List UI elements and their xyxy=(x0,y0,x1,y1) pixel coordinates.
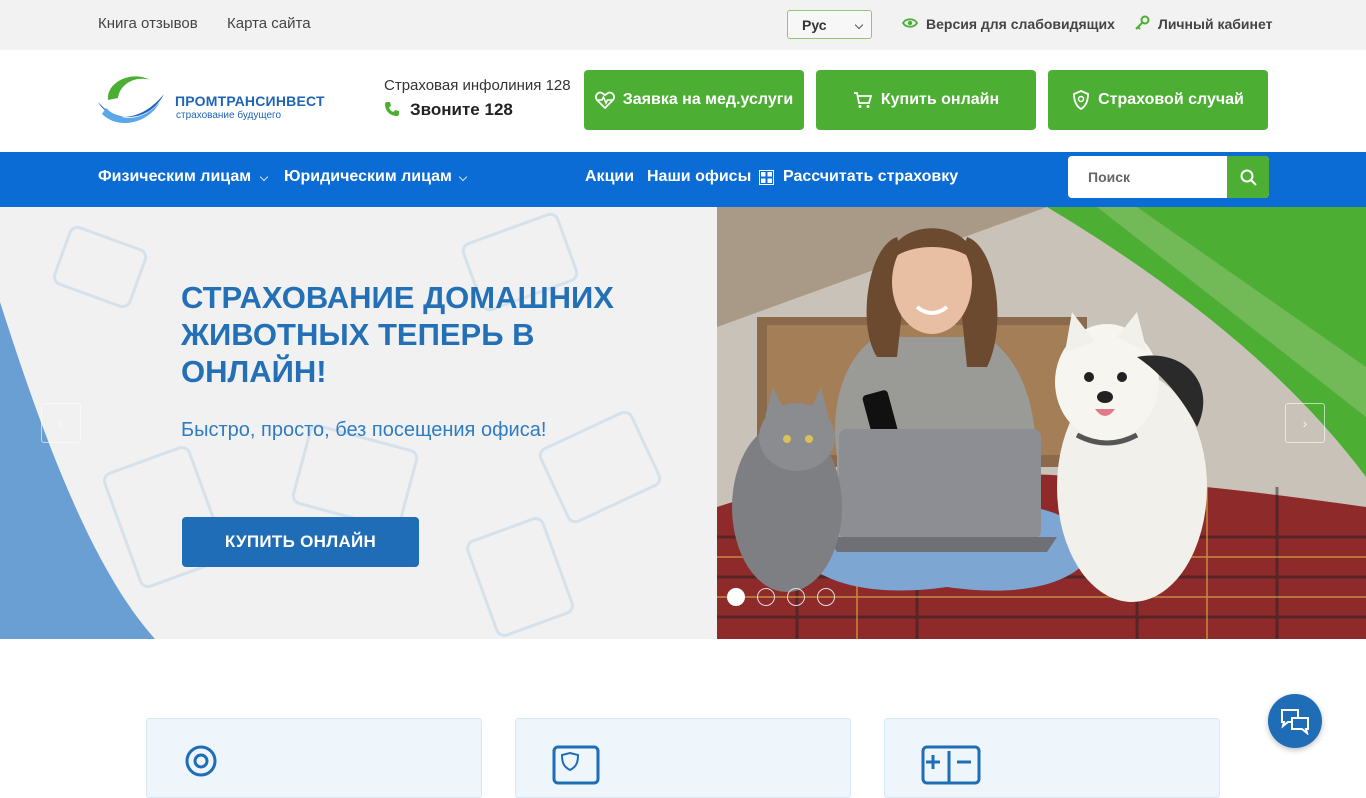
hero-photo-illustration xyxy=(717,207,1366,639)
calculator-icon xyxy=(921,745,981,785)
top-utility-bar: Книга отзывов Карта сайта Рус Версия для… xyxy=(0,0,1366,50)
search-input[interactable] xyxy=(1068,156,1228,198)
company-logo[interactable]: ПРОМТРАНСИНВЕСТ страхование будущего xyxy=(98,72,338,130)
hero-buy-online-button[interactable]: КУПИТЬ ОНЛАЙН xyxy=(182,517,419,567)
slider-prev-button[interactable]: ‹ xyxy=(41,403,81,443)
slider-next-button[interactable]: › xyxy=(1285,403,1325,443)
buy-online-label: Купить онлайн xyxy=(880,91,1000,108)
hero-photo-woman-with-pets xyxy=(717,207,1366,639)
shield-icon xyxy=(1073,90,1089,110)
logo-tagline: страхование будущего xyxy=(176,110,282,121)
key-icon xyxy=(1135,15,1150,30)
chevron-down-icon xyxy=(458,172,468,182)
language-value: Рус xyxy=(802,17,827,33)
chevron-down-icon xyxy=(259,172,269,182)
phone-icon xyxy=(385,102,399,116)
accessibility-label: Версия для слабовидящих xyxy=(926,16,1115,32)
cabinet-label: Личный кабинет xyxy=(1158,16,1273,32)
chevron-left-icon: ‹ xyxy=(58,415,64,431)
medical-request-button[interactable]: Заявка на мед.услуги xyxy=(584,70,804,130)
insurance-case-label: Страховой случай xyxy=(1098,91,1244,108)
buy-online-button[interactable]: Купить онлайн xyxy=(816,70,1036,130)
slider-dot-4[interactable] xyxy=(817,588,835,606)
slider-dot-3[interactable] xyxy=(787,588,805,606)
heartbeat-icon xyxy=(594,91,615,109)
search-icon xyxy=(1240,169,1257,186)
logo-mark xyxy=(98,76,164,124)
phone-number[interactable]: Звоните 128 xyxy=(410,100,513,120)
medical-request-label: Заявка на мед.услуги xyxy=(622,91,794,108)
cart-icon xyxy=(853,92,873,108)
hero-slider: СТРАХОВАНИЕ ДОМАШНИХ ЖИВОТНЫХ ТЕПЕРЬ В О… xyxy=(0,207,1366,639)
chevron-down-icon xyxy=(854,20,864,30)
nav-legal-entities[interactable]: Юридическим лицам xyxy=(284,168,452,186)
logo-name: ПРОМТРАНСИНВЕСТ xyxy=(175,93,325,109)
hero-subtitle: Быстро, просто, без посещения офиса! xyxy=(181,419,547,441)
chevron-right-icon: › xyxy=(1302,415,1308,431)
search-button[interactable] xyxy=(1227,156,1269,198)
hotline-label: Страховая инфолиния 128 xyxy=(384,77,571,94)
accessibility-version-link[interactable]: Версия для слабовидящих xyxy=(902,16,1115,32)
eye-icon xyxy=(902,18,918,28)
search-box xyxy=(1068,156,1269,198)
nav-calculate-insurance[interactable]: Рассчитать страховку xyxy=(783,168,958,186)
insurance-case-button[interactable]: Страховой случай xyxy=(1048,70,1268,130)
chat-icon xyxy=(1281,709,1309,735)
location-pin-icon xyxy=(185,745,217,777)
slider-dot-2[interactable] xyxy=(757,588,775,606)
service-card-2[interactable] xyxy=(515,718,851,798)
personal-cabinet-link[interactable]: Личный кабинет xyxy=(1135,15,1273,32)
chat-widget-button[interactable] xyxy=(1268,694,1322,748)
hero-title: СТРАХОВАНИЕ ДОМАШНИХ ЖИВОТНЫХ ТЕПЕРЬ В О… xyxy=(181,280,614,389)
insurance-policy-icon xyxy=(552,745,600,785)
sitemap-link[interactable]: Карта сайта xyxy=(227,15,311,32)
nav-individuals[interactable]: Физическим лицам xyxy=(98,168,251,186)
language-select[interactable]: Рус xyxy=(787,10,872,39)
service-card-3[interactable] xyxy=(884,718,1220,798)
nav-offices[interactable]: Наши офисы xyxy=(647,168,751,186)
service-card-1[interactable] xyxy=(146,718,482,798)
calculator-icon xyxy=(759,170,774,185)
nav-promotions[interactable]: Акции xyxy=(585,168,634,186)
slider-dot-1[interactable] xyxy=(727,588,745,606)
reviews-book-link[interactable]: Книга отзывов xyxy=(98,15,198,32)
